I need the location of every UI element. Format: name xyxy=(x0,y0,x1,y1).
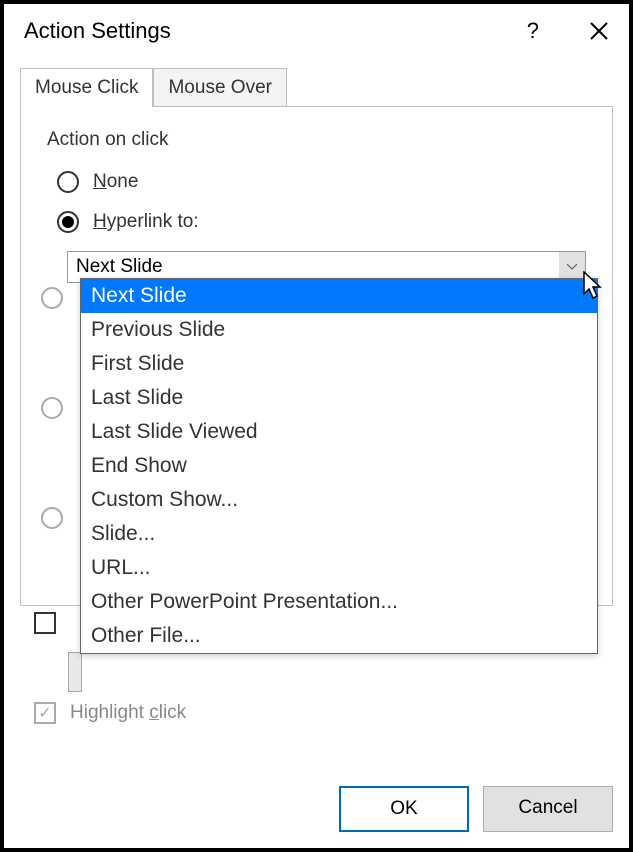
tab-panel: Action on click None Hyperlink to: Next … xyxy=(20,106,613,606)
tab-strip: Mouse Click Mouse Over xyxy=(20,68,629,107)
select-value: Next Slide xyxy=(76,256,163,277)
dropdown-item-last-slide[interactable]: Last Slide xyxy=(81,381,597,415)
dropdown-item-end-show[interactable]: End Show xyxy=(81,449,597,483)
help-icon[interactable]: ? xyxy=(527,18,539,44)
dropdown-item-url[interactable]: URL... xyxy=(81,551,597,585)
hyperlink-dropdown-list[interactable]: Next Slide Previous Slide First Slide La… xyxy=(80,278,598,654)
radio-hyperlink[interactable]: Hyperlink to: xyxy=(57,211,586,233)
dialog-title: Action Settings xyxy=(24,18,171,44)
ok-button[interactable]: OK xyxy=(339,786,469,832)
dialog-buttons: OK Cancel xyxy=(339,786,613,832)
dropdown-item-slide[interactable]: Slide... xyxy=(81,517,597,551)
dropdown-item-first-slide[interactable]: First Slide xyxy=(81,347,597,381)
dropdown-item-other-ppt[interactable]: Other PowerPoint Presentation... xyxy=(81,585,597,619)
checkbox-icon: ✓ xyxy=(34,702,56,724)
dropdown-item-other-file[interactable]: Other File... xyxy=(81,619,597,653)
dropdown-item-custom-show[interactable]: Custom Show... xyxy=(81,483,597,517)
cancel-button[interactable]: Cancel xyxy=(483,786,613,832)
check-mark-icon: ✓ xyxy=(38,703,51,723)
fieldset-label: Action on click xyxy=(47,129,586,151)
dropdown-item-previous-slide[interactable]: Previous Slide xyxy=(81,313,597,347)
checkbox-highlight-label: Highlight click xyxy=(70,702,186,724)
radio-none-label: None xyxy=(93,171,138,193)
checkbox-highlight-click[interactable]: ✓ Highlight click xyxy=(34,702,599,724)
radio-hyperlink-label: Hyperlink to: xyxy=(93,211,199,233)
radio-icon xyxy=(57,171,79,193)
radio-run-program[interactable] xyxy=(41,287,77,309)
tab-mouse-over[interactable]: Mouse Over xyxy=(153,68,286,107)
radio-icon xyxy=(41,287,63,309)
dropdown-item-next-slide[interactable]: Next Slide xyxy=(81,279,597,313)
radio-run-macro[interactable] xyxy=(41,397,77,419)
radio-icon xyxy=(57,211,79,233)
tab-mouse-click[interactable]: Mouse Click xyxy=(20,68,153,107)
dropdown-item-last-slide-viewed[interactable]: Last Slide Viewed xyxy=(81,415,597,449)
radio-icon xyxy=(41,397,63,419)
radio-none[interactable]: None xyxy=(57,171,586,193)
radio-object-action[interactable] xyxy=(41,507,77,529)
browse-stub xyxy=(68,652,599,692)
dialog-titlebar: Action Settings ? xyxy=(4,4,629,64)
close-icon[interactable] xyxy=(589,21,609,41)
radio-icon xyxy=(41,507,63,529)
